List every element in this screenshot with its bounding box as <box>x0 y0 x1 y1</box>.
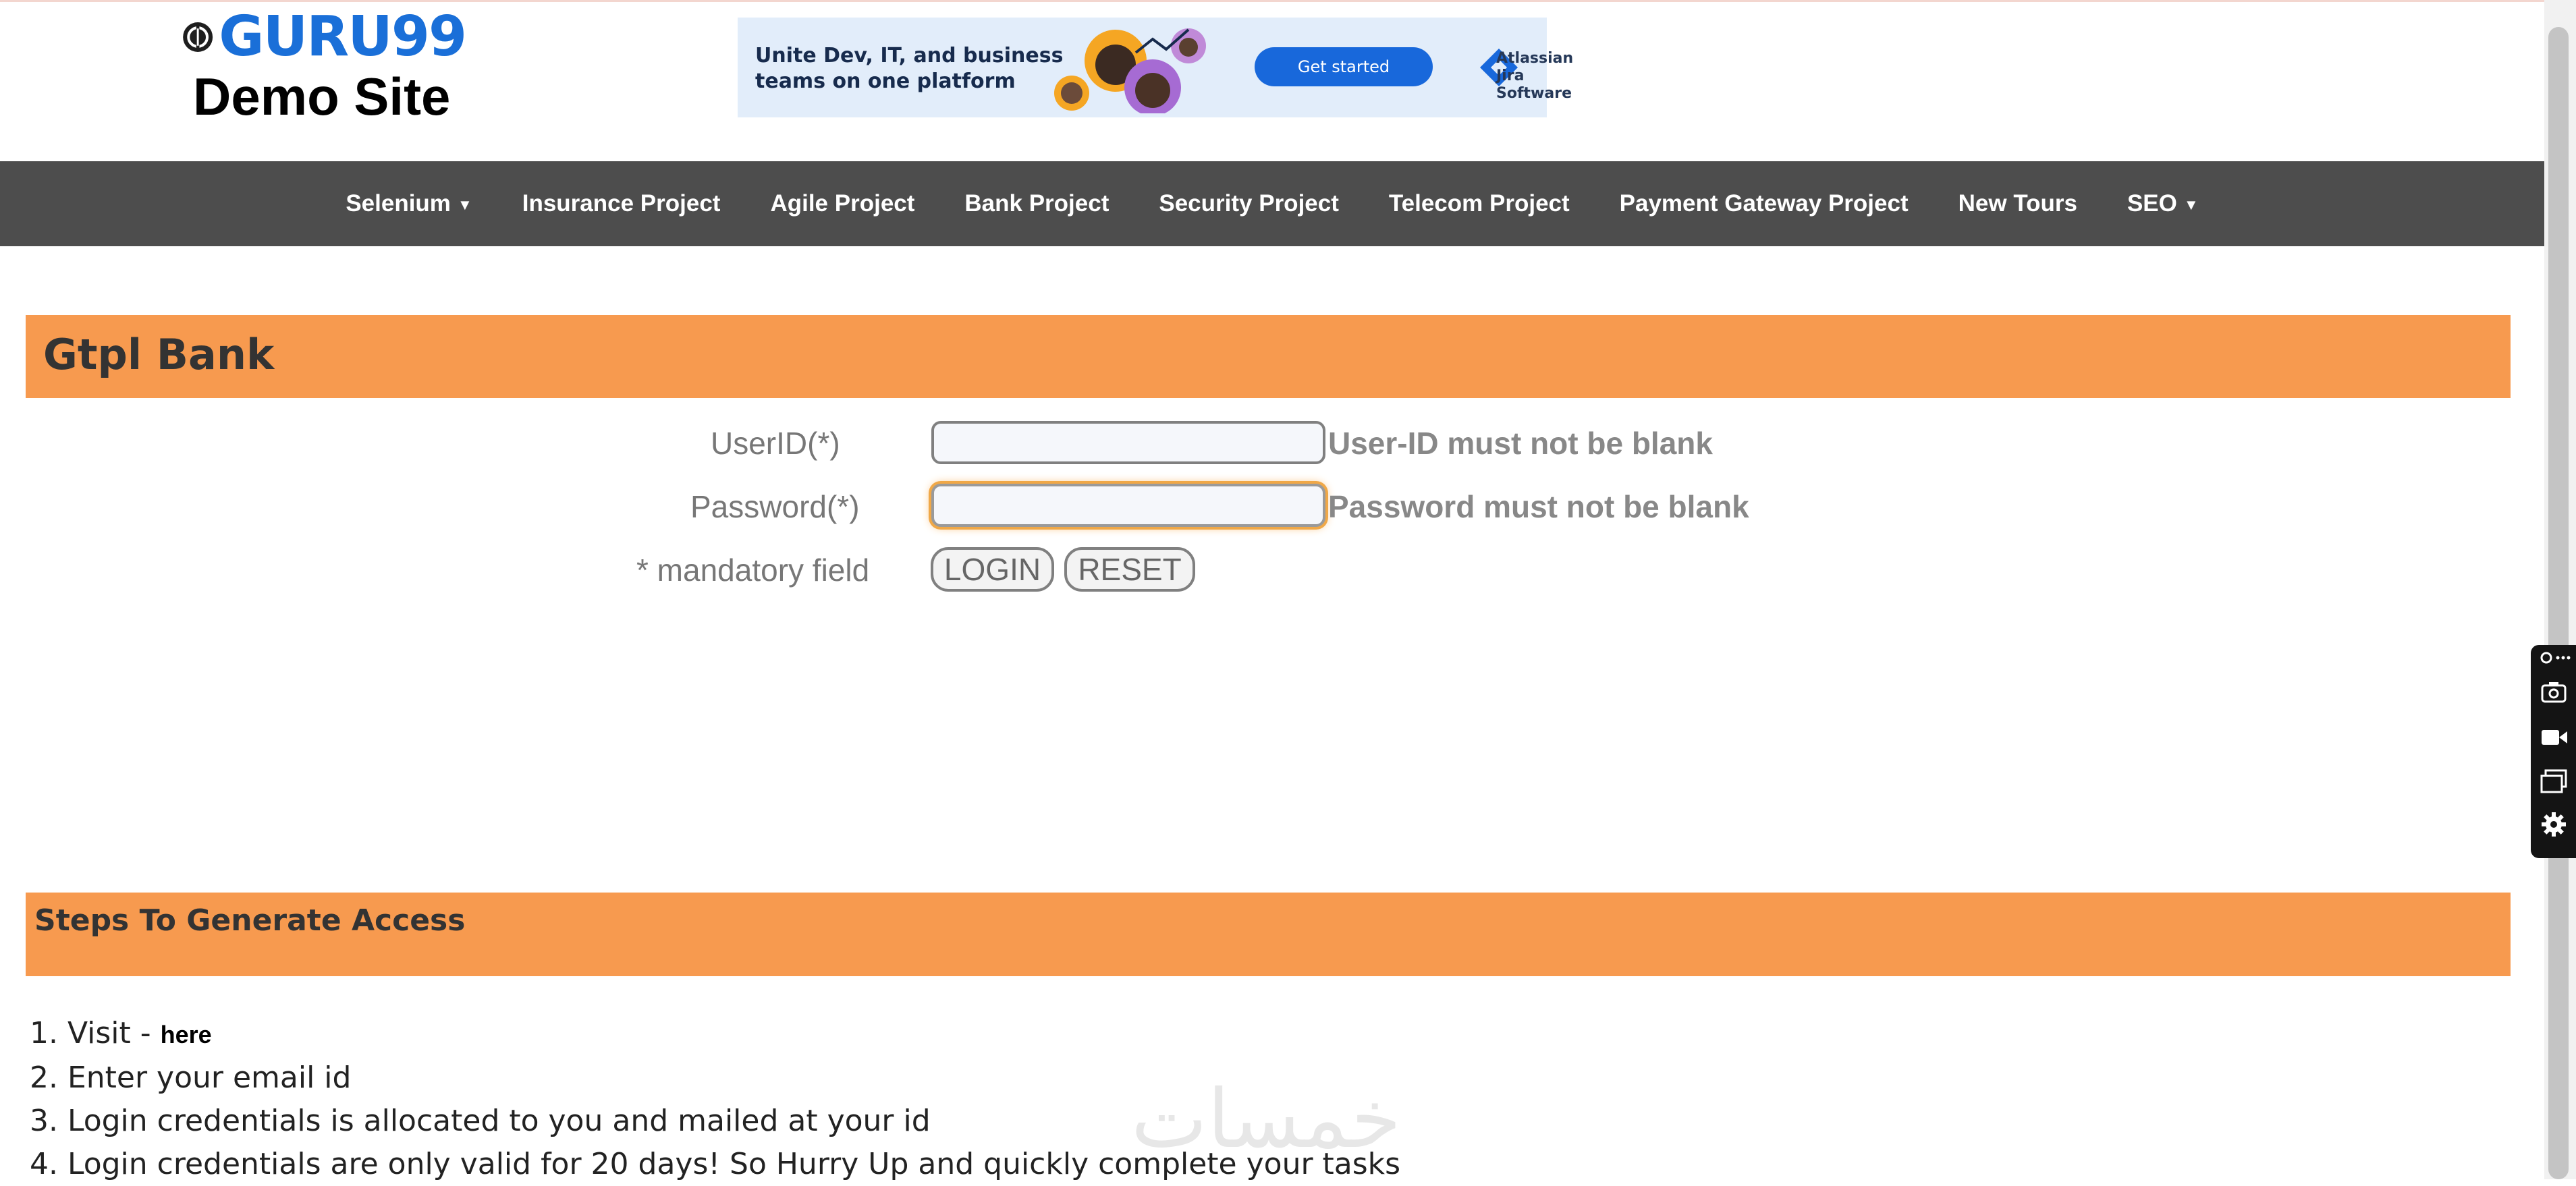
site-logo[interactable]: GURU99 Demo Site <box>182 5 467 126</box>
nav-item-insurance-project[interactable]: Insurance Project <box>497 190 746 217</box>
nav-item-selenium[interactable]: Selenium ▼ <box>321 190 497 217</box>
ad-brand-line2: Jira Software <box>1496 67 1572 102</box>
nav-item-telecom-project[interactable]: Telecom Project <box>1364 190 1595 217</box>
nav-item-seo[interactable]: SEO ▼ <box>2102 190 2224 217</box>
ad-brand-line1: Atlassian <box>1496 50 1574 67</box>
login-button[interactable]: LOGIN <box>931 547 1054 592</box>
steps-title: Steps To Generate Access <box>34 903 466 938</box>
ad-brand-text: Atlassian Jira Software <box>1496 50 1573 103</box>
ad-banner[interactable]: Unite Dev, IT, and business teams on one… <box>738 18 1573 117</box>
reset-button[interactable]: RESET <box>1064 547 1195 592</box>
nav-item-security-project[interactable]: Security Project <box>1134 190 1364 217</box>
userid-input[interactable] <box>931 421 1325 464</box>
vertical-scrollbar[interactable] <box>2544 0 2576 1179</box>
bank-header-bar: Gtpl Bank <box>26 315 2511 398</box>
caret-down-icon: ▼ <box>457 196 472 213</box>
logo-text: GURU99 <box>219 5 467 69</box>
side-tool-panel <box>2531 645 2576 858</box>
scrollbar-thumb[interactable] <box>2548 27 2569 1179</box>
site-title: Demo Site <box>193 67 451 126</box>
password-input[interactable] <box>931 484 1325 527</box>
list-item: 1. Visit - here <box>30 1012 1400 1056</box>
ad-headline: Unite Dev, IT, and business teams on one… <box>755 43 1063 94</box>
nav-item-bank-project[interactable]: Bank Project <box>939 190 1134 217</box>
ad-get-started-button[interactable]: Get started <box>1255 47 1433 86</box>
userid-error: User-ID must not be blank <box>1328 426 1713 461</box>
window-icon[interactable] <box>2540 768 2567 795</box>
password-label: Password(*) <box>690 489 860 524</box>
ad-headline-line2: teams on one platform <box>755 69 1016 93</box>
link-icon[interactable] <box>2540 649 2571 667</box>
nav-label: SEO <box>2127 190 2177 217</box>
gear-icon[interactable] <box>2540 811 2567 838</box>
top-border <box>0 0 2576 2</box>
nav-item-payment-gateway-project[interactable]: Payment Gateway Project <box>1595 190 1934 217</box>
nav-item-agile-project[interactable]: Agile Project <box>745 190 939 217</box>
bank-title: Gtpl Bank <box>43 330 275 379</box>
video-icon[interactable] <box>2540 723 2567 750</box>
camera-icon[interactable] <box>2540 679 2567 706</box>
caret-down-icon: ▼ <box>2183 196 2199 213</box>
ad-people-illustration <box>1054 28 1206 113</box>
here-link[interactable]: here <box>161 1021 212 1048</box>
guru99-logo-icon <box>183 22 213 52</box>
mandatory-note: * mandatory field <box>636 553 870 588</box>
main-nav: Selenium ▼ Insurance Project Agile Projec… <box>0 161 2544 246</box>
nav-item-new-tours[interactable]: New Tours <box>1934 190 2102 217</box>
watermark: خمسات <box>1131 1073 1402 1166</box>
nav-label: Selenium <box>346 190 451 217</box>
step-text: 1. Visit - <box>30 1016 161 1050</box>
userid-label: UserID(*) <box>711 426 840 461</box>
ad-headline-line1: Unite Dev, IT, and business <box>755 44 1064 67</box>
steps-header-bar: Steps To Generate Access <box>26 893 2511 976</box>
password-error: Password must not be blank <box>1328 489 1749 524</box>
